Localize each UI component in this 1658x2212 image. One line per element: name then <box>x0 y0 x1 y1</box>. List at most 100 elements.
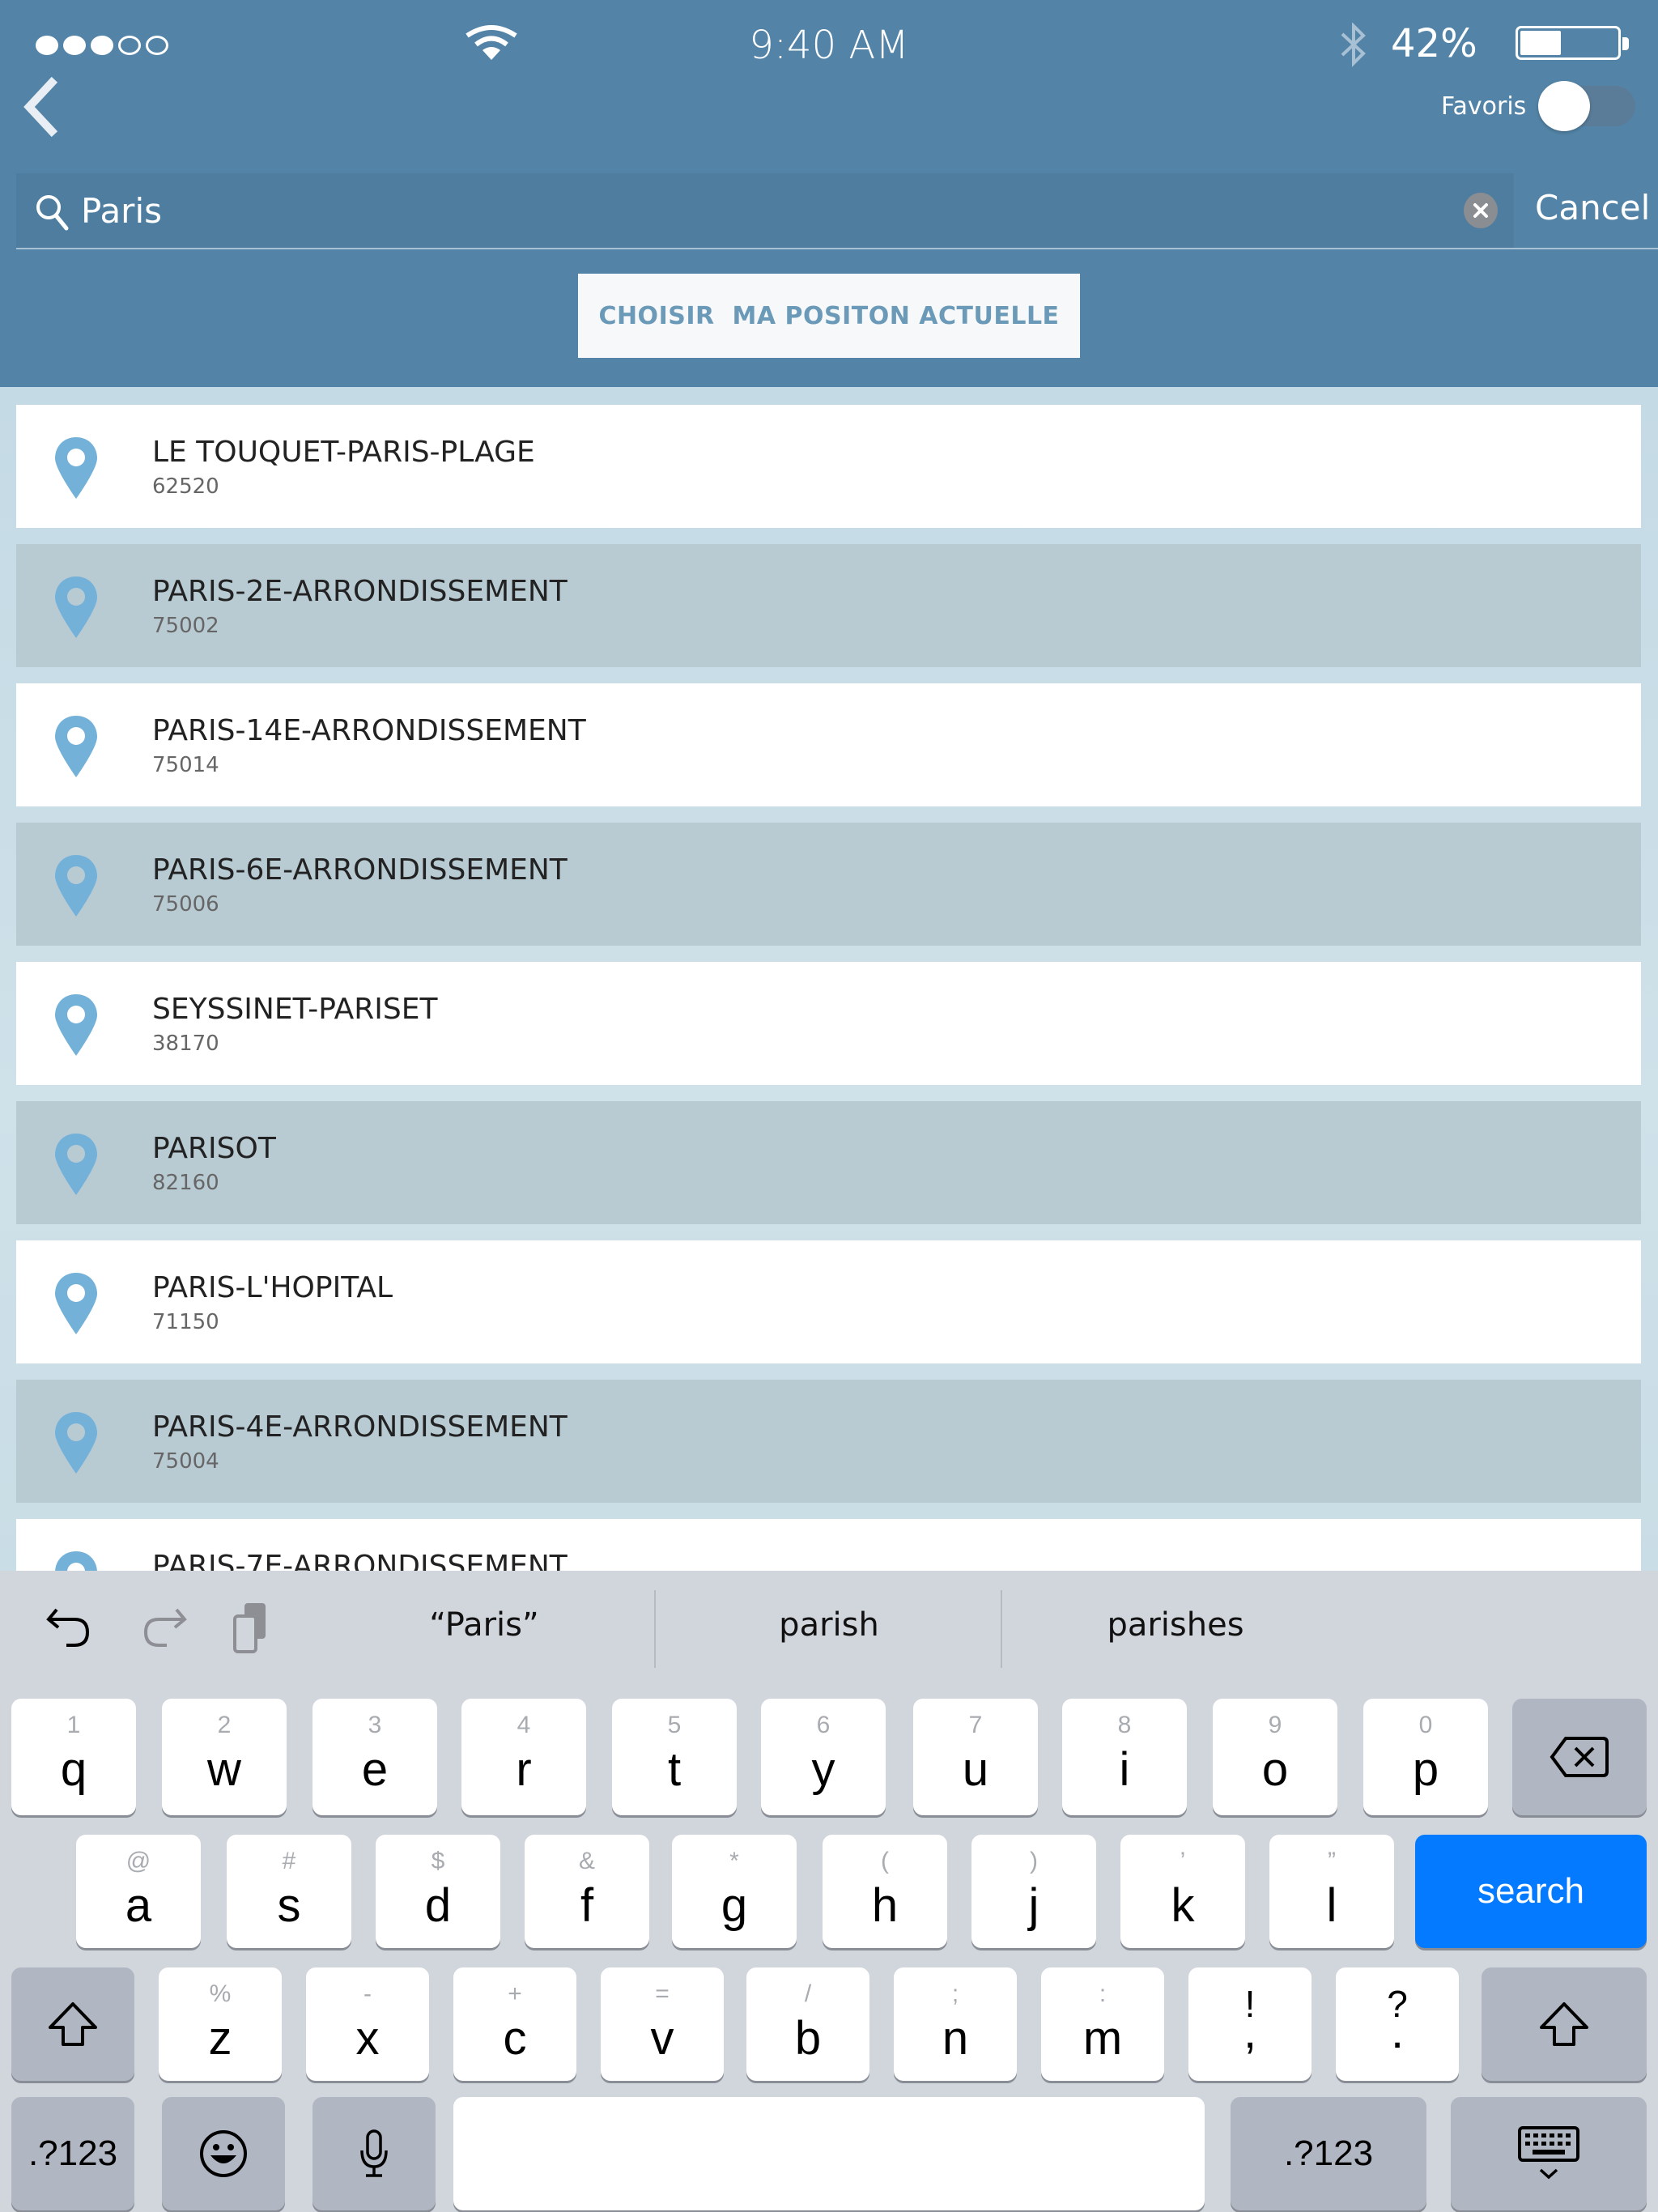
key-g[interactable]: * g <box>672 1835 797 1948</box>
key-p[interactable]: 0p <box>1363 1699 1488 1815</box>
key-t[interactable]: 5t <box>612 1699 737 1815</box>
search-icon <box>36 195 69 231</box>
key-label: b <box>794 2012 822 2065</box>
close-icon <box>1473 203 1488 218</box>
key-q[interactable]: 1q <box>11 1699 136 1815</box>
suggestion-2[interactable]: parish <box>675 1606 983 1644</box>
cancel-button[interactable]: Cancel <box>1535 188 1650 228</box>
suggestion-3[interactable]: parishes <box>1022 1606 1329 1644</box>
favorites-toggle[interactable] <box>1538 81 1635 131</box>
key-z[interactable]: % z <box>159 1967 282 2081</box>
result-row[interactable]: PARISOT 82160 <box>16 1101 1641 1224</box>
key-u[interactable]: 7u <box>913 1699 1038 1815</box>
search-field[interactable] <box>16 173 1514 248</box>
key-j[interactable]: ) j <box>971 1835 1096 1948</box>
key-label: q <box>60 1743 87 1796</box>
key-o[interactable]: 9o <box>1213 1699 1337 1815</box>
key-label: k <box>1171 1879 1195 1932</box>
search-input[interactable] <box>81 173 1441 248</box>
key-r[interactable]: 4r <box>461 1699 586 1815</box>
key-x[interactable]: -x <box>306 1967 429 2081</box>
key-alt-label: 3 <box>368 1712 382 1738</box>
key-alt-label: - <box>363 1980 372 2007</box>
redo-icon[interactable] <box>139 1600 188 1653</box>
result-row[interactable]: PARIS-7E-ARRONDISSEMENT <box>16 1519 1641 1571</box>
key-alt-label: 8 <box>1117 1712 1132 1738</box>
hide-keyboard-key[interactable] <box>1451 2097 1647 2210</box>
numbers-key-left[interactable]: .?123 <box>11 2097 134 2210</box>
key-b[interactable]: / b <box>746 1967 869 2081</box>
key-a[interactable]: @ a <box>76 1835 201 1948</box>
result-name: PARIS-7E-ARRONDISSEMENT <box>152 1550 568 1571</box>
key-period[interactable]: ?. <box>1336 1967 1459 2081</box>
battery-icon <box>1516 26 1621 60</box>
key-c[interactable]: + c <box>453 1967 576 2081</box>
key-alt-label: ; <box>951 1980 959 2007</box>
shift-right-key[interactable] <box>1482 1967 1647 2081</box>
key-alt-label: 1 <box>66 1712 81 1738</box>
result-name: PARIS-L'HOPITAL <box>152 1271 393 1304</box>
result-row[interactable]: LE TOUQUET-PARIS-PLAGE 62520 <box>16 405 1641 528</box>
result-name: PARIS-14E-ARRONDISSEMENT <box>152 714 586 747</box>
key-label: .?123 <box>28 2133 118 2173</box>
result-name: PARIS-6E-ARRONDISSEMENT <box>152 853 568 887</box>
key-comma[interactable]: !, <box>1188 1967 1312 2081</box>
result-row[interactable]: PARIS-L'HOPITAL 71150 <box>16 1240 1641 1363</box>
undo-icon[interactable] <box>45 1600 94 1653</box>
key-label: j <box>1028 1879 1039 1932</box>
shift-left-key[interactable] <box>11 1967 134 2081</box>
key-label: h <box>871 1879 899 1932</box>
key-l[interactable]: ” l <box>1269 1835 1394 1948</box>
key-label: .?123 <box>1283 2133 1374 2173</box>
key-h[interactable]: (h <box>823 1835 947 1948</box>
dictation-key[interactable] <box>312 2097 436 2210</box>
result-row[interactable]: PARIS-14E-ARRONDISSEMENT 75014 <box>16 683 1641 806</box>
key-label: search <box>1477 1871 1585 1911</box>
suggestion-divider <box>1001 1590 1002 1668</box>
key-n[interactable]: ; n <box>894 1967 1017 2081</box>
result-zip: 71150 <box>152 1310 219 1334</box>
emoji-key[interactable] <box>162 2097 285 2210</box>
key-d[interactable]: $ d <box>376 1835 500 1948</box>
backspace-key[interactable] <box>1512 1699 1647 1815</box>
key-alt-label: ’ <box>1180 1848 1186 1874</box>
key-alt-label: 2 <box>217 1712 232 1738</box>
result-name: PARIS-2E-ARRONDISSEMENT <box>152 575 568 608</box>
key-label: u <box>962 1743 989 1796</box>
suggestion-1[interactable]: “Paris” <box>330 1606 638 1644</box>
location-pin-icon <box>53 1271 99 1336</box>
space-key[interactable] <box>453 2097 1205 2210</box>
key-alt-label: 4 <box>517 1712 531 1738</box>
result-row[interactable]: PARIS-6E-ARRONDISSEMENT 75006 <box>16 823 1641 946</box>
key-w[interactable]: 2w <box>162 1699 287 1815</box>
result-row[interactable]: PARIS-4E-ARRONDISSEMENT 75004 <box>16 1380 1641 1503</box>
key-m[interactable]: :m <box>1041 1967 1164 2081</box>
numbers-key-right[interactable]: .?123 <box>1231 2097 1426 2210</box>
key-y[interactable]: 6y <box>761 1699 886 1815</box>
result-zip: 82160 <box>152 1171 219 1195</box>
suggestion-bar: “Paris” parish parishes <box>0 1571 1658 1684</box>
key-alt-label: : <box>1099 1980 1107 2007</box>
key-f[interactable]: & f <box>525 1835 649 1948</box>
key-alt-label: * <box>729 1848 739 1874</box>
key-v[interactable]: = v <box>601 1967 724 2081</box>
location-pin-icon <box>53 1550 99 1571</box>
key-label: i <box>1119 1743 1130 1796</box>
key-k[interactable]: ’ k <box>1120 1835 1245 1948</box>
key-label: y <box>811 1743 835 1796</box>
key-alt-label: @ <box>125 1848 151 1874</box>
key-e[interactable]: 3e <box>312 1699 437 1815</box>
choose-current-position-button[interactable]: CHOISIR MA POSITON ACTUELLE <box>578 274 1080 358</box>
search-key[interactable]: search <box>1415 1835 1647 1948</box>
header: 9:40 AM 42% Favoris Cancel CHOISIR MA PO… <box>0 0 1658 387</box>
result-zip: 75006 <box>152 892 219 917</box>
key-label: e <box>361 1743 389 1796</box>
result-row[interactable]: SEYSSINET-PARISET 38170 <box>16 962 1641 1085</box>
key-s[interactable]: # s <box>227 1835 351 1948</box>
key-i[interactable]: 8i <box>1062 1699 1187 1815</box>
paste-icon[interactable] <box>230 1600 278 1653</box>
clear-search-button[interactable] <box>1464 193 1498 228</box>
back-button[interactable] <box>16 74 65 139</box>
results-list[interactable]: LE TOUQUET-PARIS-PLAGE 62520 PARIS-2E-ARRO… <box>0 387 1658 1571</box>
result-row[interactable]: PARIS-2E-ARRONDISSEMENT 75002 <box>16 544 1641 667</box>
